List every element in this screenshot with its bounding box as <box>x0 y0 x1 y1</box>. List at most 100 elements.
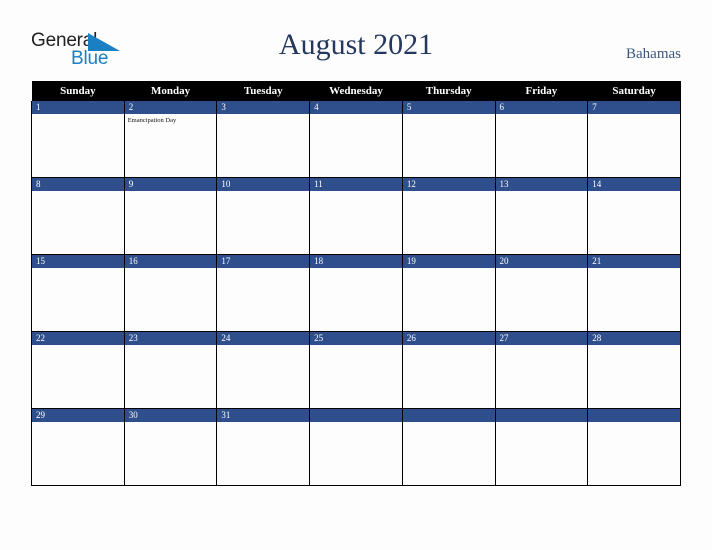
day-events <box>217 114 309 116</box>
day-events <box>588 268 680 270</box>
day-events <box>32 191 124 193</box>
calendar-day-cell[interactable]: 27 <box>494 331 589 409</box>
calendar-day-cell[interactable]: 7 <box>587 101 681 178</box>
day-events <box>496 191 588 193</box>
day-number: 3 <box>217 101 310 114</box>
day-events <box>125 345 217 347</box>
day-events <box>125 422 217 424</box>
day-events <box>217 268 309 270</box>
day-events <box>32 114 124 116</box>
day-number: 31 <box>217 409 310 422</box>
day-number: 19 <box>402 255 495 268</box>
calendar-week-row: 8 9 10 11 12 13 14 <box>31 177 681 255</box>
day-events <box>217 191 309 193</box>
day-number: 5 <box>402 101 495 114</box>
calendar-day-cell[interactable]: 22 <box>31 331 125 409</box>
day-events <box>588 345 680 347</box>
day-number: 7 <box>588 101 680 114</box>
day-events <box>310 114 402 116</box>
calendar-day-cell[interactable]: 21 <box>587 254 681 332</box>
day-number: 13 <box>495 178 588 191</box>
weekday-header-saturday: Saturday <box>587 81 681 101</box>
calendar-day-cell[interactable]: 2 Emancipation Day <box>123 101 218 178</box>
calendar-day-cell[interactable]: 10 <box>216 177 311 255</box>
calendar-day-cell[interactable]: 16 <box>123 254 218 332</box>
day-number: 6 <box>495 101 588 114</box>
day-number <box>310 409 402 422</box>
day-events <box>588 191 680 193</box>
calendar-day-cell[interactable] <box>587 408 681 486</box>
calendar-day-cell[interactable]: 28 <box>587 331 681 409</box>
calendar-day-cell[interactable]: 23 <box>123 331 218 409</box>
weekday-header-monday: Monday <box>124 81 217 101</box>
calendar-day-cell[interactable]: 13 <box>494 177 589 255</box>
weekday-header-tuesday: Tuesday <box>216 81 310 101</box>
calendar-day-cell[interactable]: 3 <box>216 101 311 178</box>
calendar-day-cell[interactable]: 15 <box>31 254 125 332</box>
weekday-header-wednesday: Wednesday <box>309 81 403 101</box>
calendar-day-cell[interactable]: 1 <box>31 101 125 178</box>
calendar-header-row: Sunday Monday Tuesday Wednesday Thursday… <box>31 81 681 101</box>
day-events <box>496 345 588 347</box>
day-events <box>125 191 217 193</box>
day-events <box>588 422 680 424</box>
calendar-day-cell[interactable]: 12 <box>401 177 496 255</box>
calendar-day-cell[interactable]: 4 <box>309 101 403 178</box>
day-number: 9 <box>124 178 217 191</box>
day-number: 16 <box>124 255 217 268</box>
calendar-week-row: 29 30 31 <box>31 408 681 486</box>
day-number <box>402 409 495 422</box>
weekday-header-friday: Friday <box>495 81 588 101</box>
calendar-day-cell[interactable]: 5 <box>401 101 496 178</box>
day-events <box>310 422 402 424</box>
day-number: 28 <box>588 332 680 345</box>
calendar-day-cell[interactable]: 30 <box>123 408 218 486</box>
day-events <box>496 422 588 424</box>
day-number: 1 <box>32 101 124 114</box>
calendar-day-cell[interactable] <box>309 408 403 486</box>
calendar-day-cell[interactable] <box>401 408 496 486</box>
calendar-table: Sunday Monday Tuesday Wednesday Thursday… <box>31 81 681 486</box>
day-number: 8 <box>32 178 124 191</box>
day-number: 23 <box>124 332 217 345</box>
calendar-day-cell[interactable]: 31 <box>216 408 311 486</box>
calendar-day-cell[interactable]: 29 <box>31 408 125 486</box>
page-header: General Blue August 2021 Bahamas <box>0 0 712 81</box>
day-number: 25 <box>310 332 402 345</box>
calendar-week-row: 15 16 17 18 19 20 21 <box>31 254 681 332</box>
calendar-day-cell[interactable]: 17 <box>216 254 311 332</box>
calendar-week-row: 1 2 Emancipation Day 3 4 5 6 7 <box>31 101 681 178</box>
calendar-day-cell[interactable]: 14 <box>587 177 681 255</box>
day-events <box>125 268 217 270</box>
day-events <box>403 191 495 193</box>
calendar-day-cell[interactable]: 8 <box>31 177 125 255</box>
day-number: 14 <box>588 178 680 191</box>
day-number: 30 <box>124 409 217 422</box>
day-number: 17 <box>217 255 310 268</box>
day-events <box>217 422 309 424</box>
calendar-day-cell[interactable]: 24 <box>216 331 311 409</box>
day-events <box>403 345 495 347</box>
day-number: 4 <box>310 101 402 114</box>
day-number: 20 <box>495 255 588 268</box>
calendar-day-cell[interactable]: 25 <box>309 331 403 409</box>
weekday-header-sunday: Sunday <box>31 81 125 101</box>
calendar-day-cell[interactable]: 9 <box>123 177 218 255</box>
day-number: 21 <box>588 255 680 268</box>
calendar-day-cell[interactable]: 11 <box>309 177 403 255</box>
day-number: 12 <box>402 178 495 191</box>
calendar-day-cell[interactable] <box>494 408 589 486</box>
day-events <box>496 114 588 116</box>
day-events <box>32 345 124 347</box>
calendar-day-cell[interactable]: 18 <box>309 254 403 332</box>
calendar-day-cell[interactable]: 20 <box>494 254 589 332</box>
day-number <box>495 409 588 422</box>
calendar-day-cell[interactable]: 19 <box>401 254 496 332</box>
page-title: August 2021 <box>278 28 434 61</box>
day-number: 27 <box>495 332 588 345</box>
calendar-day-cell[interactable]: 26 <box>401 331 496 409</box>
day-number: 29 <box>32 409 124 422</box>
day-events <box>403 268 495 270</box>
calendar-body: 1 2 Emancipation Day 3 4 5 6 7 8 9 10 11 12 13 14 15 16 1… <box>31 101 681 486</box>
calendar-day-cell[interactable]: 6 <box>494 101 589 178</box>
